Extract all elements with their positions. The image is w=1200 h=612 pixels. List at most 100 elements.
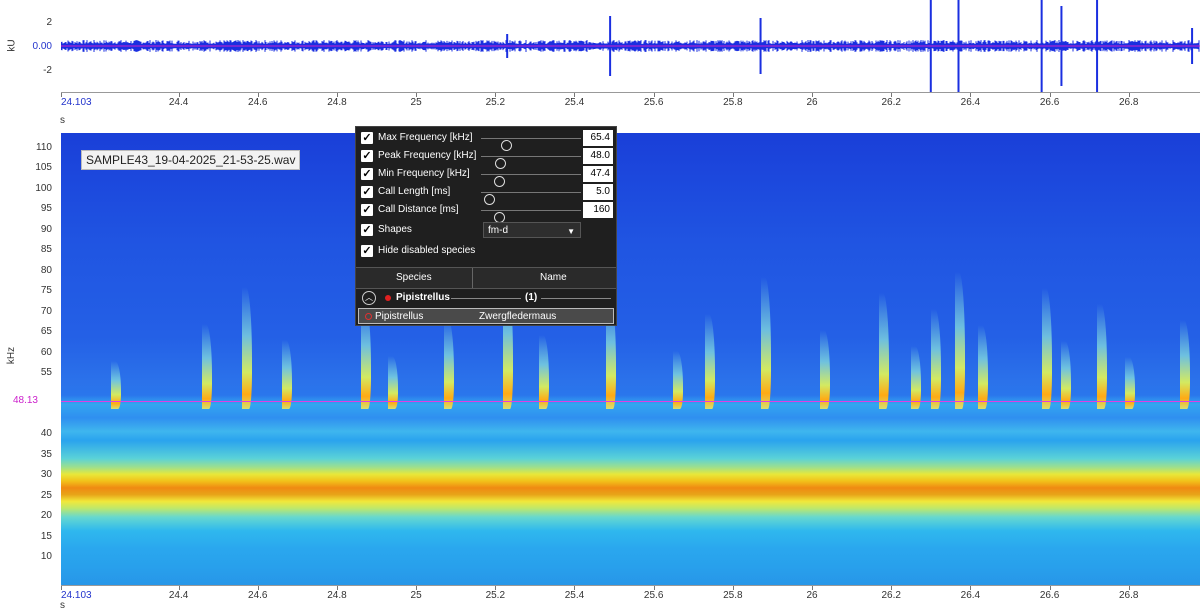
spectrogram-x-tick: 25 [410,590,422,601]
spectrogram-x-tick: 25.8 [723,590,743,601]
frequency-marker-label: 48.13 [12,395,38,407]
bat-call[interactable] [978,325,989,410]
bat-call[interactable] [819,330,830,410]
spectrogram-x-tick: 26.2 [881,590,901,601]
peak-frequency-value[interactable]: 48.0 [583,148,613,164]
filter-call-length: ✓ Call Length [ms] 5.0 [361,184,613,205]
spectrogram-y-tick: 105 [35,162,52,174]
row-status-dot [365,313,372,320]
spectrogram-x-tick: 26.8 [1119,590,1139,601]
max-frequency-slider[interactable] [481,138,581,151]
waveform-x-tick: 25.2 [485,97,506,108]
group-count: (1) [521,292,542,303]
waveform-x-tick: 26.2 [881,97,901,108]
waveform-x-tick: 25.4 [564,97,585,108]
spectrogram-y-tick: 60 [40,346,52,358]
filter-label: Shapes [378,224,412,235]
call-distance-slider[interactable] [481,210,581,223]
spectrogram-y-tick: 95 [40,203,52,215]
shapes-dropdown[interactable]: fm-d ▼ [483,222,581,238]
bat-call[interactable] [910,346,921,410]
chevron-down-icon: ▼ [567,227,575,236]
bat-call[interactable] [202,324,213,410]
spectrogram-y-tick: 20 [40,510,52,522]
spectrogram-y-tick: 65 [40,326,52,338]
call-distance-value[interactable]: 160 [583,202,613,218]
spectrogram-x-tick: 25.4 [564,590,585,601]
call-distance-checkbox[interactable]: ✓ [361,204,373,216]
spectrogram-y-tick: 70 [40,305,52,317]
call-length-value[interactable]: 5.0 [583,184,613,200]
filter-label: Peak Frequency [kHz] [378,150,477,161]
bat-call[interactable] [705,314,716,410]
min-frequency-slider[interactable] [481,174,581,187]
bat-call[interactable] [760,277,771,410]
frequency-marker-line[interactable] [61,401,1200,403]
column-header-name[interactable]: Name [540,272,567,283]
file-name-label: SAMPLE43_19-04-2025_21-53-25.wav [81,150,301,170]
filter-label: Hide disabled species [378,245,476,256]
species-table-header: Species Name [356,267,616,289]
spectrogram-y-tick: 10 [40,551,52,562]
min-frequency-checkbox[interactable]: ✓ [361,168,373,180]
bat-call[interactable] [1180,320,1191,410]
waveform-x-tick: 26.8 [1119,97,1139,108]
waveform-x-tick: 24.103 [61,97,92,108]
min-frequency-value[interactable]: 47.4 [583,166,613,182]
waveform-x-tick: 26.6 [1039,97,1060,108]
waveform-x-tick: 25.6 [643,97,664,108]
filter-hide-disabled: ✓ Hide disabled species [361,244,613,260]
call-length-checkbox[interactable]: ✓ [361,186,373,198]
shapes-dropdown-value: fm-d [488,225,508,236]
filter-shapes: ✓ Shapes fm-d ▼ [361,222,613,239]
spectrogram-y-tick: 75 [40,285,52,297]
bat-call[interactable] [879,293,890,410]
collapse-icon[interactable]: ︿ [362,291,376,305]
bat-call[interactable] [443,319,454,410]
waveform-plot[interactable] [61,0,1200,92]
waveform-x-tick: 26 [806,97,818,108]
waveform-panel: kU 2 0.00 -2 24.103 24.4 24.6 24.8 25 25.2 25.… [0,0,1200,128]
filter-call-distance: ✓ Call Distance [ms] 160 [361,202,613,223]
bat-call[interactable] [954,272,965,410]
hide-disabled-checkbox[interactable]: ✓ [361,245,373,257]
bat-call[interactable] [281,340,292,410]
spectrogram-y-tick: 90 [40,223,52,235]
call-length-slider[interactable] [481,192,581,205]
bat-call[interactable] [1097,304,1108,410]
spectrogram-y-tick: 110 [36,142,52,153]
spectrogram-y-tick: 100 [35,182,52,194]
peak-frequency-checkbox[interactable]: ✓ [361,150,373,162]
spectrogram-y-tick: 30 [40,469,52,481]
spectrogram-y-tick: 25 [40,489,52,501]
spectrogram-x-unit: s [60,600,65,611]
column-divider [472,268,473,288]
bat-call[interactable] [1061,341,1072,410]
filter-label: Max Frequency [kHz] [378,132,473,143]
bat-call[interactable] [538,335,549,410]
waveform-x-tick: 24.4 [168,97,189,108]
bat-call[interactable] [930,309,941,410]
waveform-x-tick: 25.8 [723,97,743,108]
spectrogram-x-tick: 25.2 [485,590,506,601]
spectrogram-x-tick: 24.103 [61,590,92,601]
spectrogram-x-tick: 26 [806,590,818,601]
shapes-checkbox[interactable]: ✓ [361,224,373,236]
bat-call[interactable] [1041,288,1052,410]
filter-label: Call Length [ms] [378,186,451,197]
waveform-signal [61,0,1200,92]
max-frequency-checkbox[interactable]: ✓ [361,132,373,144]
column-header-species[interactable]: Species [396,272,432,283]
spectrogram-y-tick: 15 [40,530,52,542]
waveform-x-tick: 26.4 [960,97,981,108]
group-status-dot [385,295,391,301]
max-frequency-value[interactable]: 65.4 [583,130,613,146]
bat-call[interactable] [241,287,252,410]
table-row[interactable]: Pipistrellus Zwergfledermaus [358,308,614,324]
spectrogram-y-tick: 55 [40,366,52,378]
species-group-row[interactable]: ︿ Pipistrellus (1) [356,289,616,307]
spectrogram-plot[interactable]: SAMPLE43_19-04-2025_21-53-25.wav [61,133,1200,585]
peak-frequency-slider[interactable] [481,156,581,169]
filter-max-frequency: ✓ Max Frequency [kHz] 65.4 [361,130,613,151]
spectrogram-x-tick: 26.6 [1039,590,1060,601]
